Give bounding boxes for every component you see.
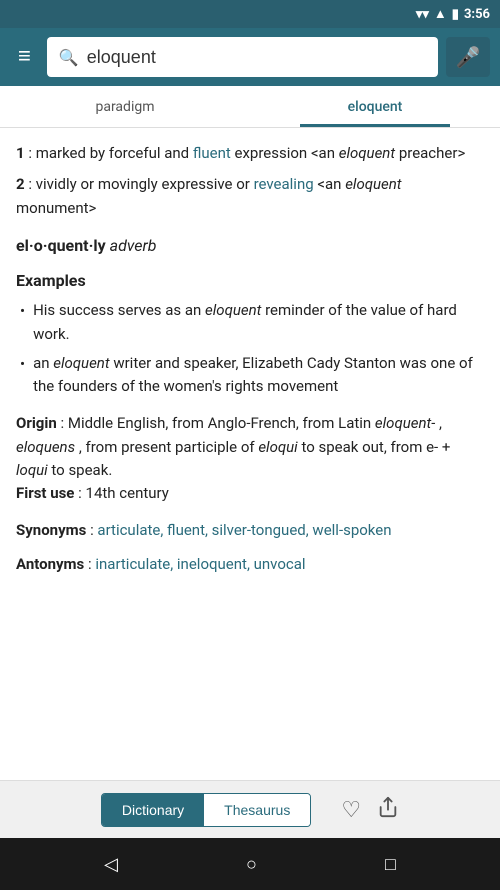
tab-eloquent[interactable]: eloquent <box>250 86 500 127</box>
mic-icon: 🎤 <box>456 45 481 70</box>
bottom-tab-bar: Dictionary Thesaurus ♡ <box>0 780 500 838</box>
def2-rest: <an <box>317 175 345 193</box>
bottom-icons: ♡ <box>341 796 399 824</box>
synonyms-label: Synonyms <box>16 521 86 539</box>
word-form-headword: el·o·quent·ly <box>16 236 106 255</box>
def2-end: monument> <box>16 199 96 217</box>
origin-text2: , from present participle of <box>79 438 259 456</box>
firstuse-label: First use <box>16 484 74 502</box>
status-icons: ▾▾ ▲ ▮ 3:56 <box>416 6 490 22</box>
def1-italic: eloquent <box>339 144 395 162</box>
definition-1: 1 : marked by forceful and fluent expres… <box>16 142 484 165</box>
antonyms-links[interactable]: inarticulate, ineloquent, unvocal <box>95 555 305 573</box>
main-content: 1 : marked by forceful and fluent expres… <box>0 128 500 780</box>
origin-italic4: loqui <box>16 461 48 479</box>
back-button[interactable]: ◁ <box>84 846 138 883</box>
recents-button[interactable]: □ <box>365 846 416 883</box>
def2-colon: : <box>28 175 35 193</box>
synonyms-links[interactable]: articulate, fluent, silver-tongued, well… <box>97 521 391 539</box>
def1-end: preacher> <box>399 144 465 162</box>
bullet-1: • <box>20 300 25 346</box>
word-tab-bar: paradigm eloquent <box>0 86 500 128</box>
signal-icon: ▾▾ <box>416 7 429 22</box>
top-bar: ≡ 🔍 🎤 <box>0 28 500 86</box>
mic-button[interactable]: 🎤 <box>446 37 490 77</box>
def1-text: marked by forceful and <box>36 144 193 162</box>
time-display: 3:56 <box>464 7 490 22</box>
examples-section: Examples • His success serves as an eloq… <box>16 269 484 399</box>
origin-section: Origin : Middle English, from Anglo-Fren… <box>16 412 484 505</box>
search-input[interactable] <box>87 47 426 68</box>
example-item-1: • His success serves as an eloquent remi… <box>16 299 484 346</box>
origin-comma: , <box>439 414 442 432</box>
def1-rest: expression <an <box>235 144 339 162</box>
synonyms-section: Synonyms : articulate, fluent, silver-to… <box>16 519 484 542</box>
status-bar: ▾▾ ▲ ▮ 3:56 <box>0 0 500 28</box>
origin-text1: : Middle English, from Anglo-French, fro… <box>61 414 375 432</box>
tab-paradigm[interactable]: paradigm <box>0 86 250 127</box>
origin-italic3: eloqui <box>258 438 297 456</box>
thesaurus-tab-button[interactable]: Thesaurus <box>204 794 310 826</box>
search-bar[interactable]: 🔍 <box>47 37 438 77</box>
example-1-text: His success serves as an eloquent remind… <box>33 299 484 346</box>
definition-2: 2 : vividly or movingly expressive or re… <box>16 173 484 220</box>
def2-italic: eloquent <box>345 175 401 193</box>
bullet-2: • <box>20 353 25 399</box>
def2-link-revealing[interactable]: revealing <box>254 175 314 193</box>
word-form-pos: adverb <box>110 236 157 255</box>
favorite-button[interactable]: ♡ <box>341 796 361 824</box>
def2-text: vividly or movingly expressive or <box>36 175 254 193</box>
share-icon <box>377 796 399 818</box>
firstuse-text: : 14th century <box>78 484 169 502</box>
dictionary-tab-button[interactable]: Dictionary <box>102 794 204 826</box>
def1-colon: : <box>28 144 35 162</box>
dict-thesaurus-toggle: Dictionary Thesaurus <box>101 793 311 827</box>
battery-icon: ▮ <box>452 7 459 22</box>
antonyms-section: Antonyms : inarticulate, ineloquent, unv… <box>16 553 484 576</box>
antonyms-label: Antonyms <box>16 555 84 573</box>
origin-label: Origin <box>16 414 57 432</box>
share-button[interactable] <box>377 796 399 824</box>
def1-link-fluent[interactable]: fluent <box>193 144 231 162</box>
origin-italic1: eloquent- <box>375 414 435 432</box>
origin-text5: to speak. <box>51 461 112 479</box>
def2-number: 2 <box>16 175 25 193</box>
home-button[interactable]: ○ <box>226 846 277 883</box>
example-2-text: an eloquent writer and speaker, Elizabet… <box>33 352 484 399</box>
origin-text4: e- + <box>426 438 450 456</box>
origin-italic2: eloquens <box>16 438 75 456</box>
nav-bar: ◁ ○ □ <box>0 838 500 890</box>
example-2-italic: eloquent <box>53 354 109 372</box>
origin-text3: to speak out, from <box>301 438 426 456</box>
example-1-italic: eloquent <box>205 301 261 319</box>
example-item-2: • an eloquent writer and speaker, Elizab… <box>16 352 484 399</box>
wifi-icon: ▲ <box>434 6 447 22</box>
menu-icon[interactable]: ≡ <box>10 42 39 72</box>
search-icon: 🔍 <box>59 48 79 67</box>
def1-number: 1 <box>16 144 25 162</box>
word-form-section: el·o·quent·ly adverb <box>16 234 484 259</box>
examples-title: Examples <box>16 269 484 294</box>
